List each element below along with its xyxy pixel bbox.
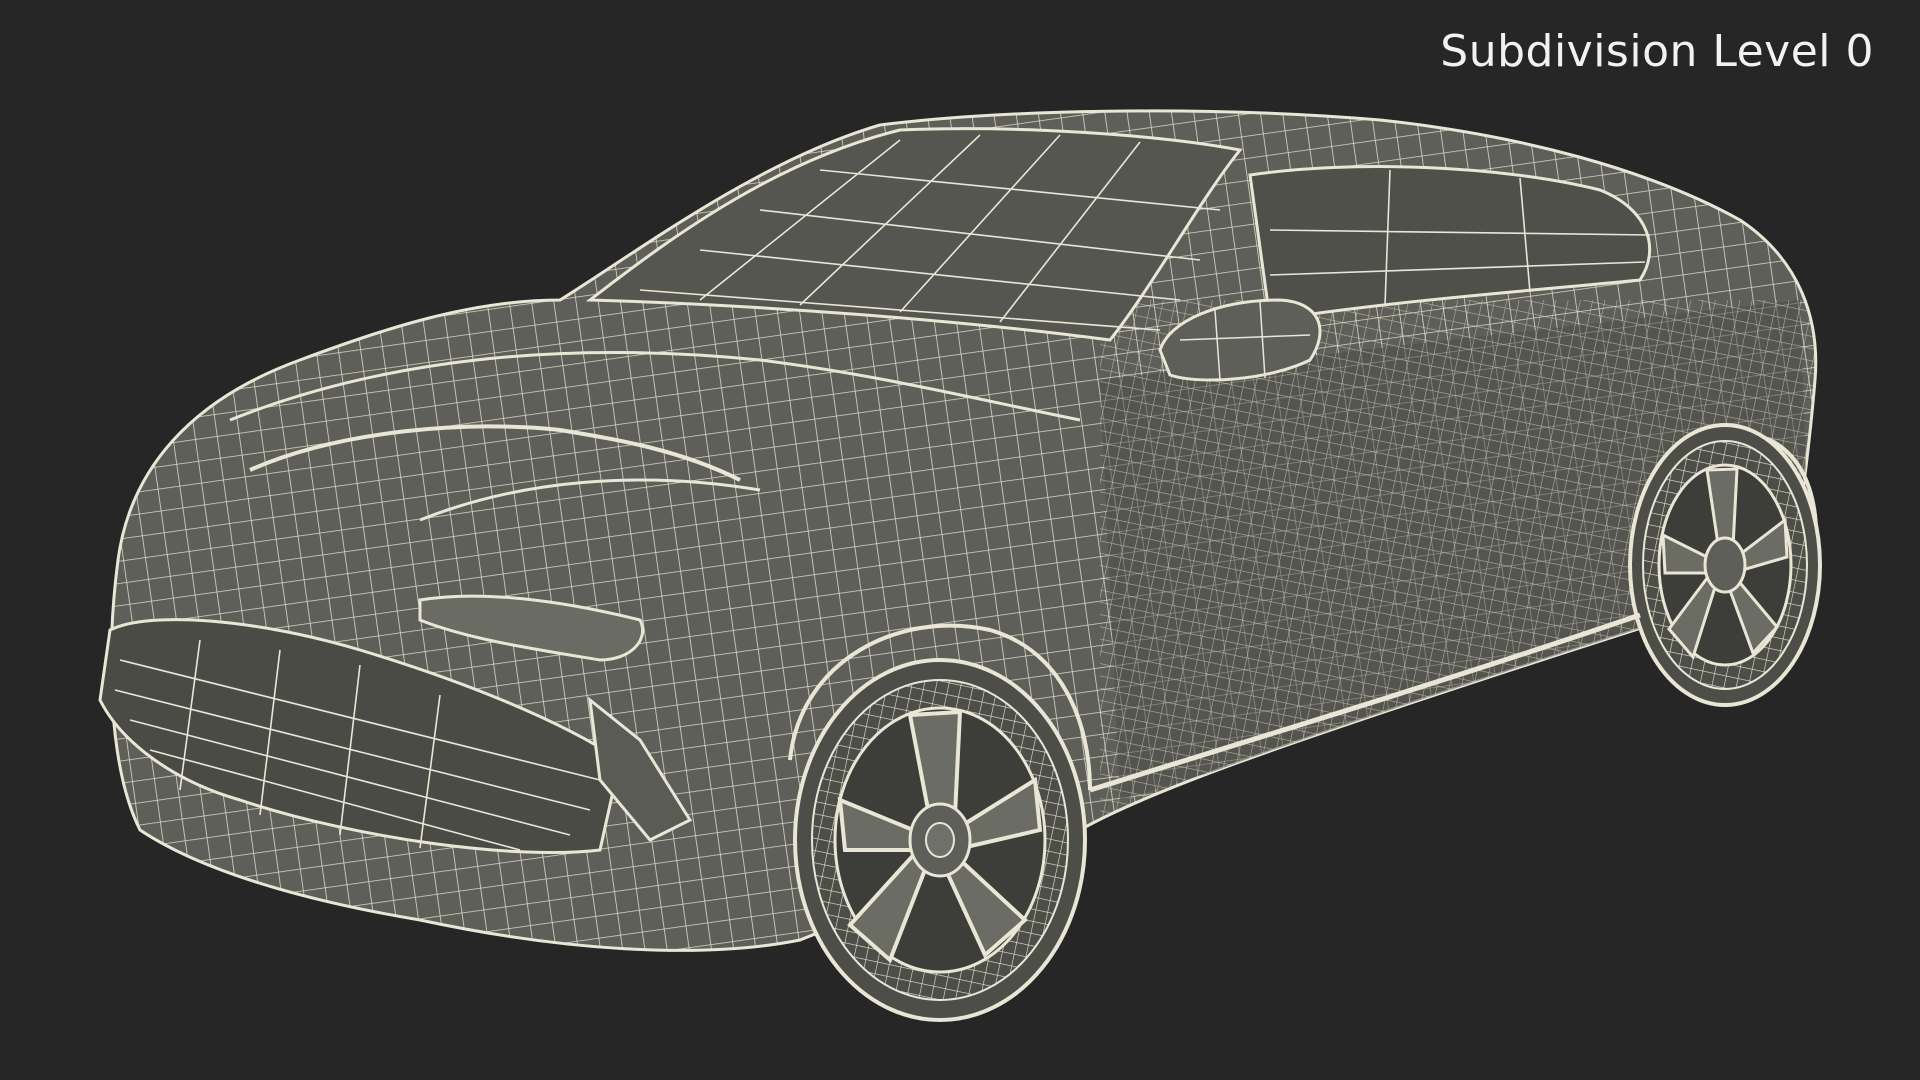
viewport: Subdivision Level 0: [0, 0, 1920, 1080]
subdivision-level-label: Subdivision Level 0: [1440, 26, 1874, 77]
rear-wheel: [1628, 423, 1822, 707]
front-wheel: [793, 658, 1087, 1022]
car-wireframe-icon: [98, 109, 1822, 1022]
